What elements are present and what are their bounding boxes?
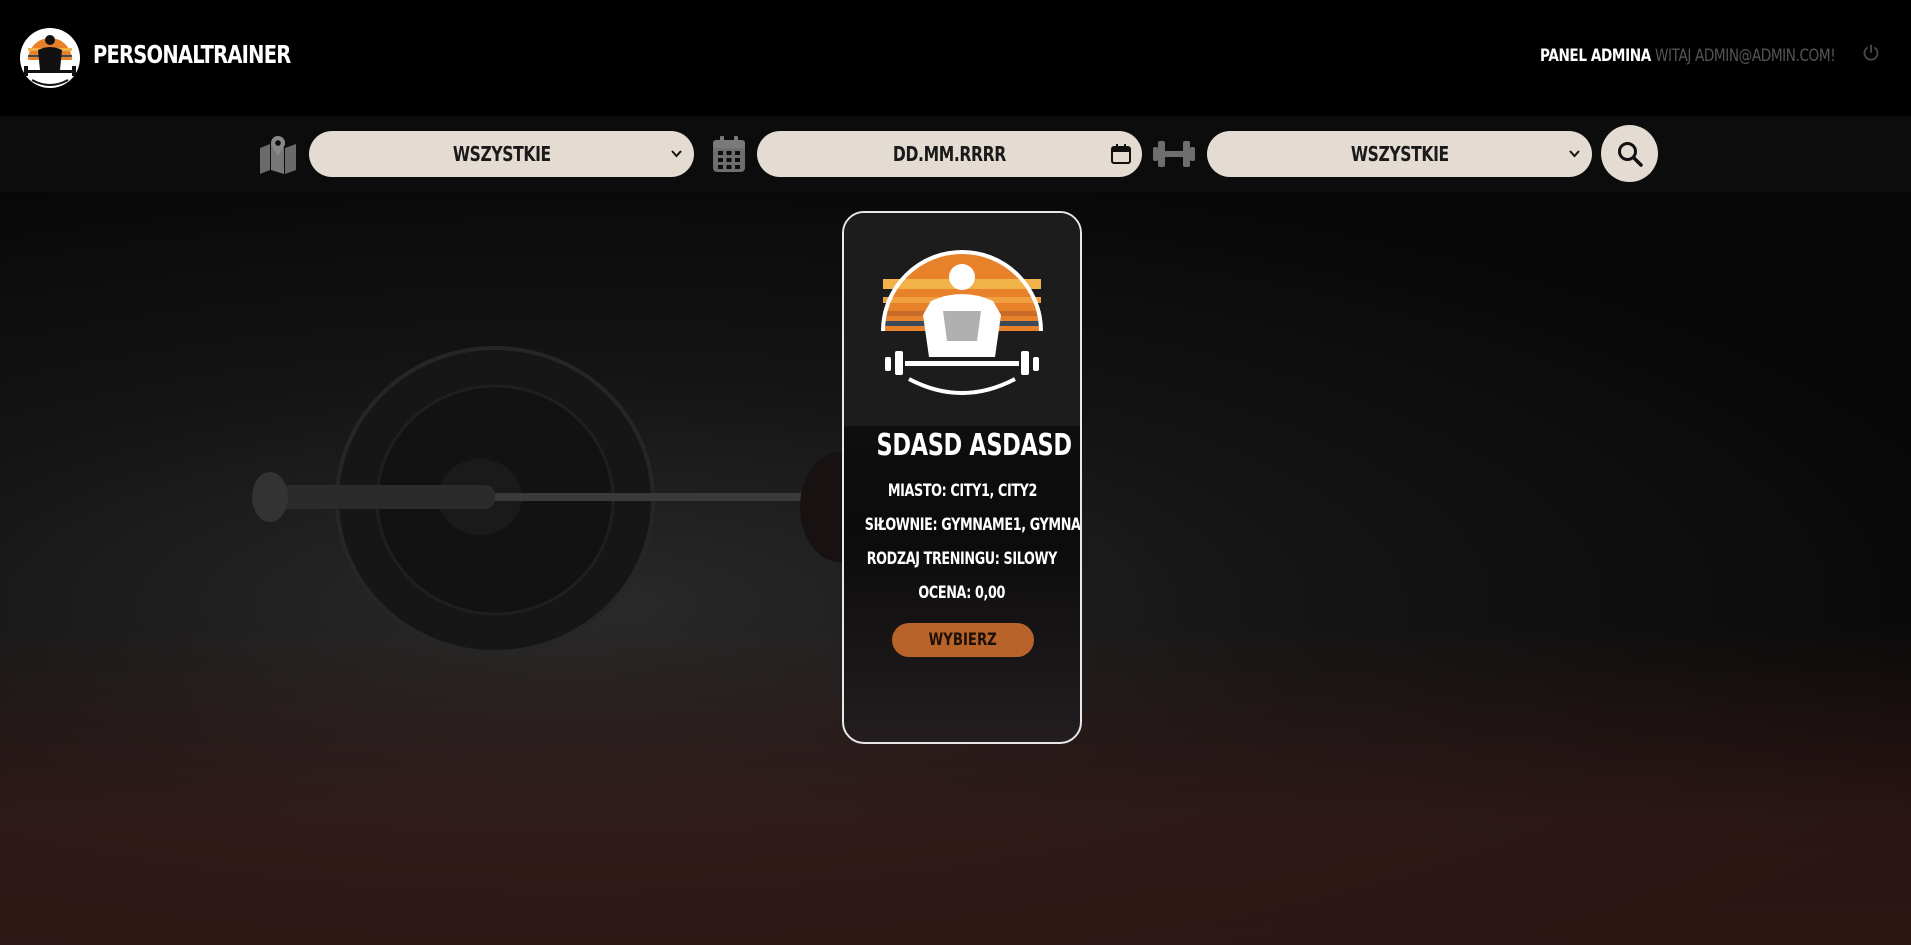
calendar-icon bbox=[710, 134, 750, 174]
search-button[interactable] bbox=[1601, 125, 1658, 182]
site-header: PERSONALTRAINER PANEL ADMINA WITAJ ADMIN… bbox=[0, 0, 1911, 116]
trainer-card: SDASD ASDASD MIASTO: CITY1, CITY2 SIŁOWN… bbox=[842, 211, 1082, 744]
chevron-down-icon bbox=[671, 150, 682, 158]
trainer-gyms: SIŁOWNIE: GYMNAME1, GYMNAME2 bbox=[864, 515, 1081, 535]
trainer-training-type: RODZAJ TRENINGU: SILOWY bbox=[866, 549, 1058, 569]
training-type-select[interactable]: WSZYSTKIE bbox=[1207, 131, 1592, 177]
trainer-rating: OCENA: 0,00 bbox=[918, 583, 1006, 603]
admin-panel-link[interactable]: PANEL ADMINA bbox=[1540, 46, 1651, 66]
trainer-logo-image bbox=[844, 213, 1080, 426]
choose-trainer-button[interactable]: WYBIERZ bbox=[892, 623, 1034, 657]
chevron-down-icon bbox=[1569, 150, 1580, 158]
dumbbell-icon bbox=[1152, 134, 1195, 174]
calendar-picker-icon[interactable] bbox=[1110, 143, 1132, 165]
trainer-city: MIASTO: CITY1, CITY2 bbox=[887, 481, 1037, 501]
city-select[interactable]: WSZYSTKIE bbox=[309, 131, 694, 177]
welcome-text: WITAJ ADMIN@ADMIN.COM! bbox=[1655, 46, 1836, 66]
date-input[interactable]: DD.MM.RRRR bbox=[757, 131, 1142, 177]
logo-icon[interactable] bbox=[18, 26, 82, 90]
trainer-name: SDASD ASDASD bbox=[876, 428, 1072, 463]
map-icon bbox=[258, 134, 298, 174]
search-icon bbox=[1617, 141, 1643, 167]
brand-name[interactable]: PERSONALTRAINER bbox=[93, 40, 291, 69]
power-icon[interactable] bbox=[1862, 44, 1880, 62]
